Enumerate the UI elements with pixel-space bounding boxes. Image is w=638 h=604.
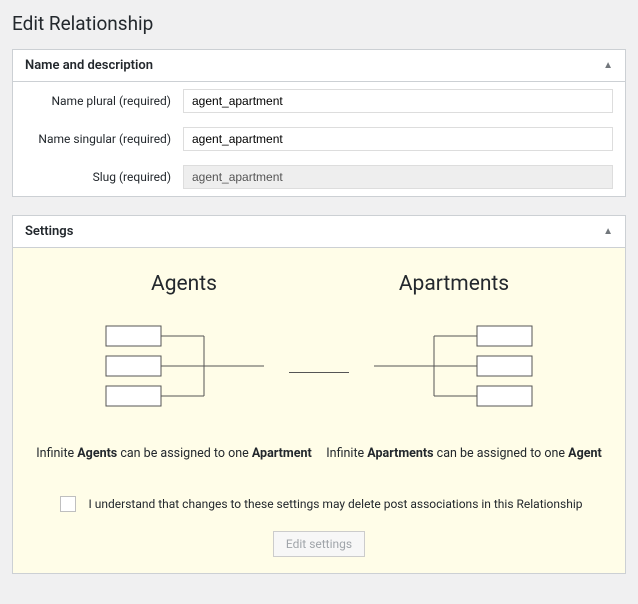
slug-row: Slug (required) [13, 158, 625, 196]
name-plural-label: Name plural (required) [25, 94, 183, 108]
left-entity-title: Agents [79, 272, 289, 296]
button-row: Edit settings [29, 531, 609, 557]
confirm-label: I understand that changes to these setti… [89, 497, 583, 511]
diagram-captions: Infinite Agents can be assigned to one A… [29, 446, 609, 461]
collapse-icon: ▲ [603, 227, 613, 237]
left-node-diagram [79, 324, 289, 410]
panel-header-label: Name and description [25, 58, 153, 73]
name-singular-input[interactable] [183, 127, 613, 151]
name-singular-row: Name singular (required) [13, 120, 625, 158]
right-caption: Infinite Apartments can be assigned to o… [319, 446, 609, 461]
page-title: Edit Relationship [12, 12, 626, 35]
right-node-diagram [349, 324, 559, 410]
confirm-checkbox[interactable] [60, 496, 76, 512]
confirm-label-wrapper[interactable]: I understand that changes to these setti… [56, 493, 583, 515]
name-plural-row: Name plural (required) [13, 82, 625, 120]
name-description-panel: Name and description ▲ Name plural (requ… [12, 49, 626, 197]
edit-settings-button[interactable]: Edit settings [273, 531, 365, 557]
collapse-icon: ▲ [603, 61, 613, 71]
diagram-connector [289, 372, 349, 373]
name-singular-label: Name singular (required) [25, 132, 183, 146]
settings-body: Agents [13, 248, 625, 573]
name-description-body: Name plural (required) Name singular (re… [13, 82, 625, 196]
right-entity-title: Apartments [349, 272, 559, 296]
left-caption: Infinite Agents can be assigned to one A… [29, 446, 319, 461]
diagram-right: Apartments [349, 272, 559, 410]
name-description-header[interactable]: Name and description ▲ [13, 50, 625, 82]
settings-panel: Settings ▲ Agents [12, 215, 626, 574]
settings-header[interactable]: Settings ▲ [13, 216, 625, 248]
slug-input [183, 165, 613, 189]
name-plural-input[interactable] [183, 89, 613, 113]
slug-label: Slug (required) [25, 170, 183, 184]
panel-header-label: Settings [25, 224, 73, 239]
relationship-diagram: Agents [29, 272, 609, 410]
confirm-row: I understand that changes to these setti… [29, 493, 609, 515]
diagram-left: Agents [79, 272, 289, 410]
